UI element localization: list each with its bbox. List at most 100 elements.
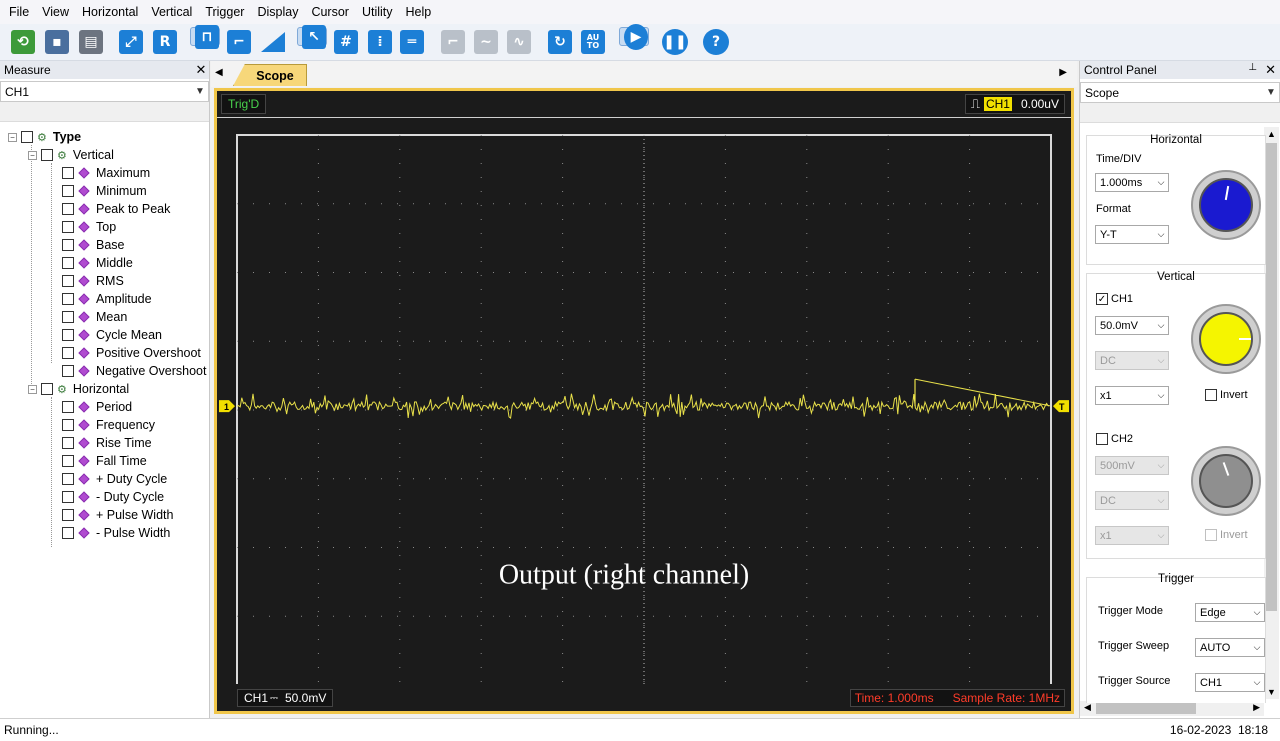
trigger-source-select[interactable]: CH1 ⌵ (1195, 673, 1265, 692)
ch1-probe-select[interactable]: x1 ⌵ (1095, 386, 1169, 405)
tree-item-rms[interactable]: RMS (62, 272, 124, 290)
tree-item-base-checkbox[interactable] (62, 239, 74, 251)
tree-item-duty-cycle-checkbox[interactable] (62, 491, 74, 503)
ch1-volts-knob[interactable] (1191, 304, 1261, 374)
vertical-cursor-icon[interactable]: ⁞ (365, 27, 395, 57)
grid-icon[interactable]: # (331, 27, 361, 57)
wave-gray-icon[interactable]: ∼ (471, 27, 501, 57)
scroll-up-icon[interactable]: ▲ (1264, 129, 1279, 139)
tree-item-peak-to-peak[interactable]: Peak to Peak (62, 200, 170, 218)
sine-gray-icon[interactable]: ∿ (504, 27, 534, 57)
tree-item-minimum[interactable]: Minimum (62, 182, 147, 200)
tree-root-type[interactable]: − ⚙ Type (8, 128, 81, 146)
reset-icon[interactable]: R (150, 27, 180, 57)
pointer-icon[interactable]: ↖ (297, 24, 327, 49)
tree-item-duty-cycle[interactable]: - Duty Cycle (62, 488, 164, 506)
hscrollbar-thumb[interactable] (1096, 703, 1196, 714)
measure-channel-select[interactable]: CH1 ▼ (0, 81, 209, 102)
tree-item-top-checkbox[interactable] (62, 221, 74, 233)
tree-item-middle-checkbox[interactable] (62, 257, 74, 269)
menu-utility[interactable]: Utility (362, 5, 393, 19)
tree-item-pulse-width-checkbox[interactable] (62, 509, 74, 521)
ch2-volts-knob[interactable] (1191, 446, 1261, 516)
tree-item-fall-time-checkbox[interactable] (62, 455, 74, 467)
ch2-invert-checkbox[interactable] (1205, 529, 1217, 541)
autoscale-icon[interactable]: ⤢ (116, 27, 146, 57)
save-icon[interactable]: ▪ (42, 27, 72, 57)
ch2-coupling-select[interactable]: DC ⌵ (1095, 491, 1169, 510)
tree-item-cycle-mean-checkbox[interactable] (62, 329, 74, 341)
tree-item-mean[interactable]: Mean (62, 308, 127, 326)
tree-group-vertical[interactable]: − ⚙ Vertical (28, 146, 114, 164)
tab-scope[interactable]: Scope (233, 64, 307, 86)
run-icon[interactable]: ▶ (619, 23, 649, 50)
tree-group-horizontal[interactable]: − ⚙ Horizontal (28, 380, 129, 398)
tree-item-frequency-checkbox[interactable] (62, 419, 74, 431)
trigger-sweep-select[interactable]: AUTO ⌵ (1195, 638, 1265, 657)
menu-help[interactable]: Help (406, 5, 432, 19)
collapse-icon[interactable]: − (28, 150, 37, 160)
scrollbar-thumb[interactable] (1266, 143, 1277, 611)
tree-item-base[interactable]: Base (62, 236, 125, 254)
tree-item-rise-time[interactable]: Rise Time (62, 434, 152, 452)
tree-item-rise-time-checkbox[interactable] (62, 437, 74, 449)
tree-item-maximum-checkbox[interactable] (62, 167, 74, 179)
menu-view[interactable]: View (42, 5, 69, 19)
tree-item-duty-cycle-checkbox[interactable] (62, 473, 74, 485)
pause-icon[interactable]: ❚❚ (660, 27, 690, 57)
tree-group-horizontal-checkbox[interactable] (41, 383, 53, 395)
tree-item-peak-to-peak-checkbox[interactable] (62, 203, 74, 215)
tree-item-fall-time[interactable]: Fall Time (62, 452, 147, 470)
step-gray-icon[interactable]: ⌐ (438, 27, 468, 57)
horizontal-cursor-icon[interactable]: ═ (397, 27, 427, 57)
ch1-volts-select[interactable]: 50.0mV ⌵ (1095, 316, 1169, 335)
tree-item-minimum-checkbox[interactable] (62, 185, 74, 197)
tree-item-cycle-mean[interactable]: Cycle Mean (62, 326, 162, 344)
ch2-volts-select[interactable]: 500mV ⌵ (1095, 456, 1169, 475)
tree-item-maximum[interactable]: Maximum (62, 164, 150, 182)
tree-item-negative-overshoot[interactable]: Negative Overshoot (62, 362, 206, 380)
tree-item-amplitude-checkbox[interactable] (62, 293, 74, 305)
timediv-select[interactable]: 1.000ms ⌵ (1095, 173, 1169, 192)
refresh-icon[interactable]: ↻ (545, 27, 575, 57)
menu-cursor[interactable]: Cursor (311, 5, 349, 19)
tree-root-type-checkbox[interactable] (21, 131, 33, 143)
ch2-checkbox[interactable] (1096, 433, 1108, 445)
tree-group-vertical-checkbox[interactable] (41, 149, 53, 161)
scope-screen[interactable]: Trig'D ⎍ CH1 0.00uV 1 T Output (right chan… (214, 88, 1074, 714)
pulse-icon[interactable]: ⊓ (190, 24, 220, 49)
tree-item-pulse-width[interactable]: + Pulse Width (62, 506, 173, 524)
control-scrollbar[interactable]: ▲ ▼ (1264, 127, 1279, 699)
tree-item-frequency[interactable]: Frequency (62, 416, 155, 434)
scroll-right-icon[interactable]: ▶ (1253, 702, 1260, 713)
auto-icon[interactable]: AU TO (578, 27, 608, 57)
tab-scroll-left-icon[interactable]: ◀ (215, 67, 223, 78)
tree-item-middle[interactable]: Middle (62, 254, 133, 272)
scroll-left-icon[interactable]: ◀ (1084, 702, 1091, 713)
tree-item-period-checkbox[interactable] (62, 401, 74, 413)
control-mode-select[interactable]: Scope ▼ (1080, 82, 1280, 103)
control-hscrollbar[interactable]: ◀ ▶ (1080, 701, 1264, 716)
ch1-checkbox[interactable]: ✓ (1096, 293, 1108, 305)
tree-item-amplitude[interactable]: Amplitude (62, 290, 152, 308)
tree-item-top[interactable]: Top (62, 218, 116, 236)
menu-file[interactable]: File (9, 5, 29, 19)
scroll-down-icon[interactable]: ▼ (1264, 687, 1279, 697)
help-icon[interactable]: ? (701, 27, 731, 57)
tree-item-negative-overshoot-checkbox[interactable] (62, 365, 74, 377)
tree-item-period[interactable]: Period (62, 398, 132, 416)
step-icon[interactable]: ⌐ (224, 27, 254, 57)
tree-item-duty-cycle[interactable]: + Duty Cycle (62, 470, 167, 488)
close-icon[interactable]: ✕ (1265, 62, 1276, 78)
menu-vertical[interactable]: Vertical (151, 5, 192, 19)
pin-icon[interactable]: ⊥ (1248, 62, 1257, 78)
tree-item-positive-overshoot-checkbox[interactable] (62, 347, 74, 359)
trigger-mode-select[interactable]: Edge ⌵ (1195, 603, 1265, 622)
tree-item-mean-checkbox[interactable] (62, 311, 74, 323)
collapse-icon[interactable]: − (8, 132, 17, 142)
close-icon[interactable]: ✕ (193, 62, 209, 78)
ch1-invert-checkbox[interactable] (1205, 389, 1217, 401)
tree-item-positive-overshoot[interactable]: Positive Overshoot (62, 344, 201, 362)
tab-scroll-right-icon[interactable]: ▶ (1059, 67, 1067, 78)
ramp-icon[interactable] (258, 27, 288, 57)
